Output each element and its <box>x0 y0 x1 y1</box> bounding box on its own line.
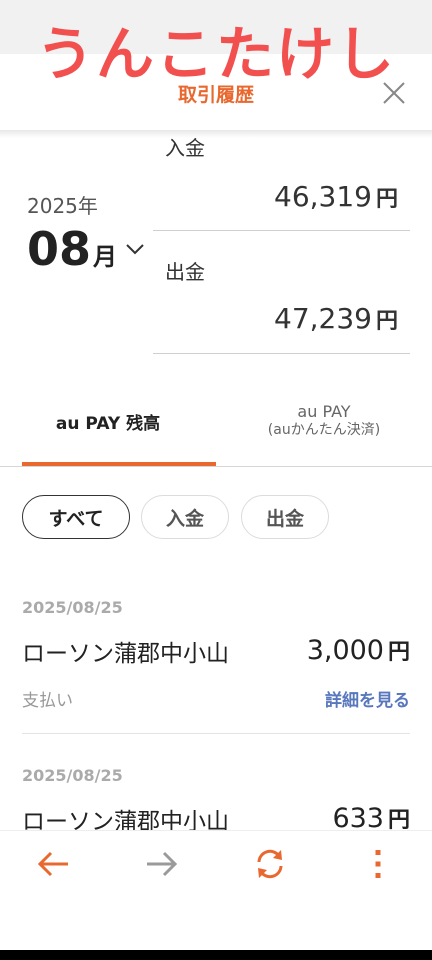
month-selector[interactable]: 08 月 <box>27 222 147 276</box>
divider <box>0 466 432 467</box>
tab-au-pay-balance[interactable]: au PAY 残高 <box>0 409 216 434</box>
chevron-down-icon <box>126 244 144 255</box>
currency-yen: 円 <box>387 640 410 665</box>
deposit-amount: 46,319 円 <box>274 180 398 213</box>
header-shadow <box>0 130 432 138</box>
transaction-amount-value: 3,000 <box>306 635 384 666</box>
month-number: 08 <box>27 222 92 276</box>
currency-yen: 円 <box>375 187 398 212</box>
transaction-merchant: ローソン蒲郡中小山 <box>22 641 229 667</box>
withdrawal-amount: 47,239 円 <box>274 302 398 335</box>
currency-yen: 円 <box>375 309 398 334</box>
tab-label: au PAY 残高 <box>55 414 161 434</box>
view-details-link[interactable]: 詳細を見る <box>325 686 410 711</box>
tab-au-pay-carrier-billing[interactable]: au PAY (auかんたん決済) <box>216 403 432 439</box>
tab-sublabel: (auかんたん決済) <box>267 422 381 438</box>
month-unit: 月 <box>93 243 118 271</box>
forward-arrow-icon[interactable] <box>143 846 179 882</box>
divider <box>153 230 410 231</box>
year-label: 2025年 <box>27 194 98 218</box>
transaction-amount: 3,000 円 <box>307 634 410 666</box>
transaction-type: 支払い <box>22 691 73 711</box>
back-arrow-icon[interactable] <box>36 846 72 882</box>
divider <box>153 353 410 354</box>
tab-label: au PAY <box>297 402 351 421</box>
refresh-icon[interactable] <box>252 846 288 882</box>
more-vertical-icon[interactable] <box>360 846 396 882</box>
withdrawal-amount-value: 47,239 <box>274 302 372 335</box>
deposit-label: 入金 <box>165 136 205 160</box>
withdrawal-label: 出金 <box>165 260 205 284</box>
filter-chip-all[interactable]: すべて <box>22 495 130 539</box>
transaction-date: 2025/08/25 <box>22 598 123 617</box>
system-bar <box>0 950 432 960</box>
transaction-date: 2025/08/25 <box>22 766 123 785</box>
deposit-amount-value: 46,319 <box>274 180 372 213</box>
watermark-text: うんこたけし <box>35 20 396 88</box>
divider <box>22 733 410 734</box>
filter-chip-withdrawal[interactable]: 出金 <box>241 495 329 539</box>
filter-chip-deposit[interactable]: 入金 <box>141 495 229 539</box>
